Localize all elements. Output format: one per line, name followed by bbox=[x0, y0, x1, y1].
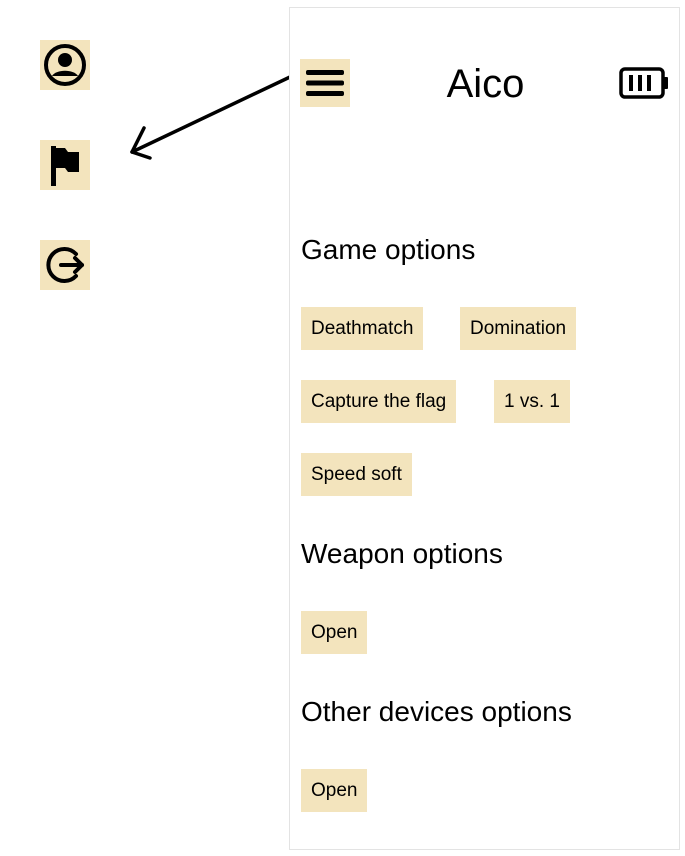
main-panel: Aico Game options Deathmatch Domination … bbox=[289, 7, 680, 850]
other-devices-options-heading: Other devices options bbox=[301, 696, 572, 727]
option-1-vs-1[interactable]: 1 vs. 1 bbox=[494, 380, 570, 423]
option-speed-soft[interactable]: Speed soft bbox=[301, 453, 412, 496]
option-deathmatch[interactable]: Deathmatch bbox=[301, 307, 424, 350]
game-options-heading: Game options bbox=[301, 234, 476, 265]
weapon-open-button[interactable]: Open bbox=[301, 611, 368, 654]
weapon-options-heading: Weapon options bbox=[301, 538, 503, 569]
option-domination[interactable]: Domination bbox=[460, 307, 577, 350]
other-devices-open-button[interactable]: Open bbox=[301, 769, 368, 812]
battery-icon bbox=[619, 67, 668, 99]
option-capture-the-flag[interactable]: Capture the flag bbox=[301, 380, 457, 423]
